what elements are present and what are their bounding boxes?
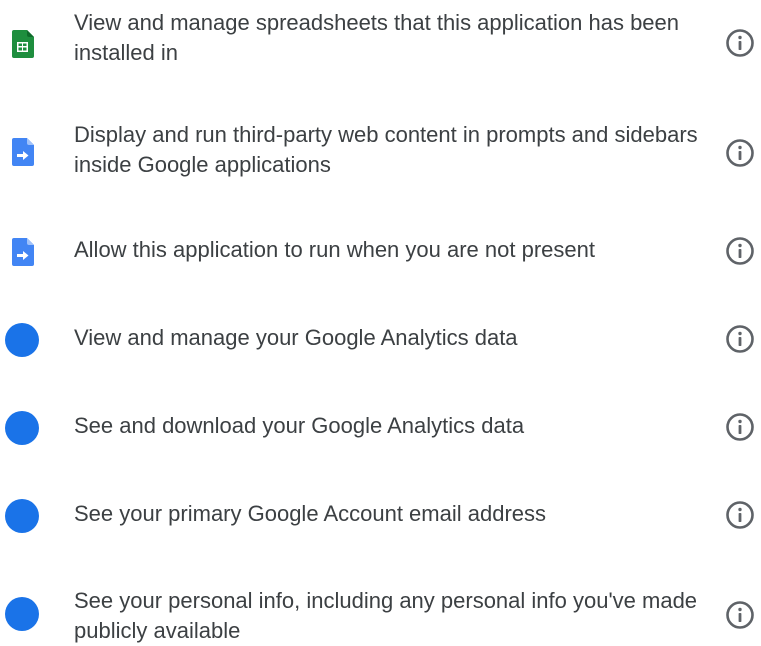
scope-item-analytics-download: See and download your Google Analytics d…	[0, 398, 761, 458]
scope-description: View and manage spreadsheets that this a…	[74, 10, 680, 65]
scope-item-personal-info: See your personal info, including any pe…	[0, 580, 761, 643]
scope-description: View and manage your Google Analytics da…	[74, 325, 518, 350]
info-icon[interactable]	[723, 598, 757, 632]
scope-description: See your personal info, including any pe…	[74, 588, 698, 643]
sheets-icon	[4, 26, 40, 62]
scope-item-email: See your primary Google Account email ad…	[0, 486, 761, 546]
info-icon[interactable]	[723, 26, 757, 60]
scope-item-third-party-content: Display and run third-party web content …	[0, 112, 761, 200]
apps-script-icon	[4, 234, 40, 270]
blue-dot-icon	[4, 596, 40, 632]
scope-item-run-offline: Allow this application to run when you a…	[0, 222, 761, 282]
info-icon[interactable]	[723, 498, 757, 532]
scope-description: Allow this application to run when you a…	[74, 237, 595, 262]
info-icon[interactable]	[723, 136, 757, 170]
blue-dot-icon	[4, 410, 40, 446]
scope-description: See your primary Google Account email ad…	[74, 501, 547, 526]
scope-description: Display and run third-party web content …	[74, 122, 698, 177]
scope-description: See and download your Google Analytics d…	[74, 413, 525, 438]
blue-dot-icon	[4, 498, 40, 534]
blue-dot-icon	[4, 322, 40, 358]
scope-item-spreadsheets: View and manage spreadsheets that this a…	[0, 0, 761, 88]
info-icon[interactable]	[723, 410, 757, 444]
apps-script-icon	[4, 134, 40, 170]
permission-scope-list: View and manage spreadsheets that this a…	[0, 0, 761, 643]
info-icon[interactable]	[723, 322, 757, 356]
scope-item-analytics-manage: View and manage your Google Analytics da…	[0, 310, 761, 370]
info-icon[interactable]	[723, 234, 757, 268]
